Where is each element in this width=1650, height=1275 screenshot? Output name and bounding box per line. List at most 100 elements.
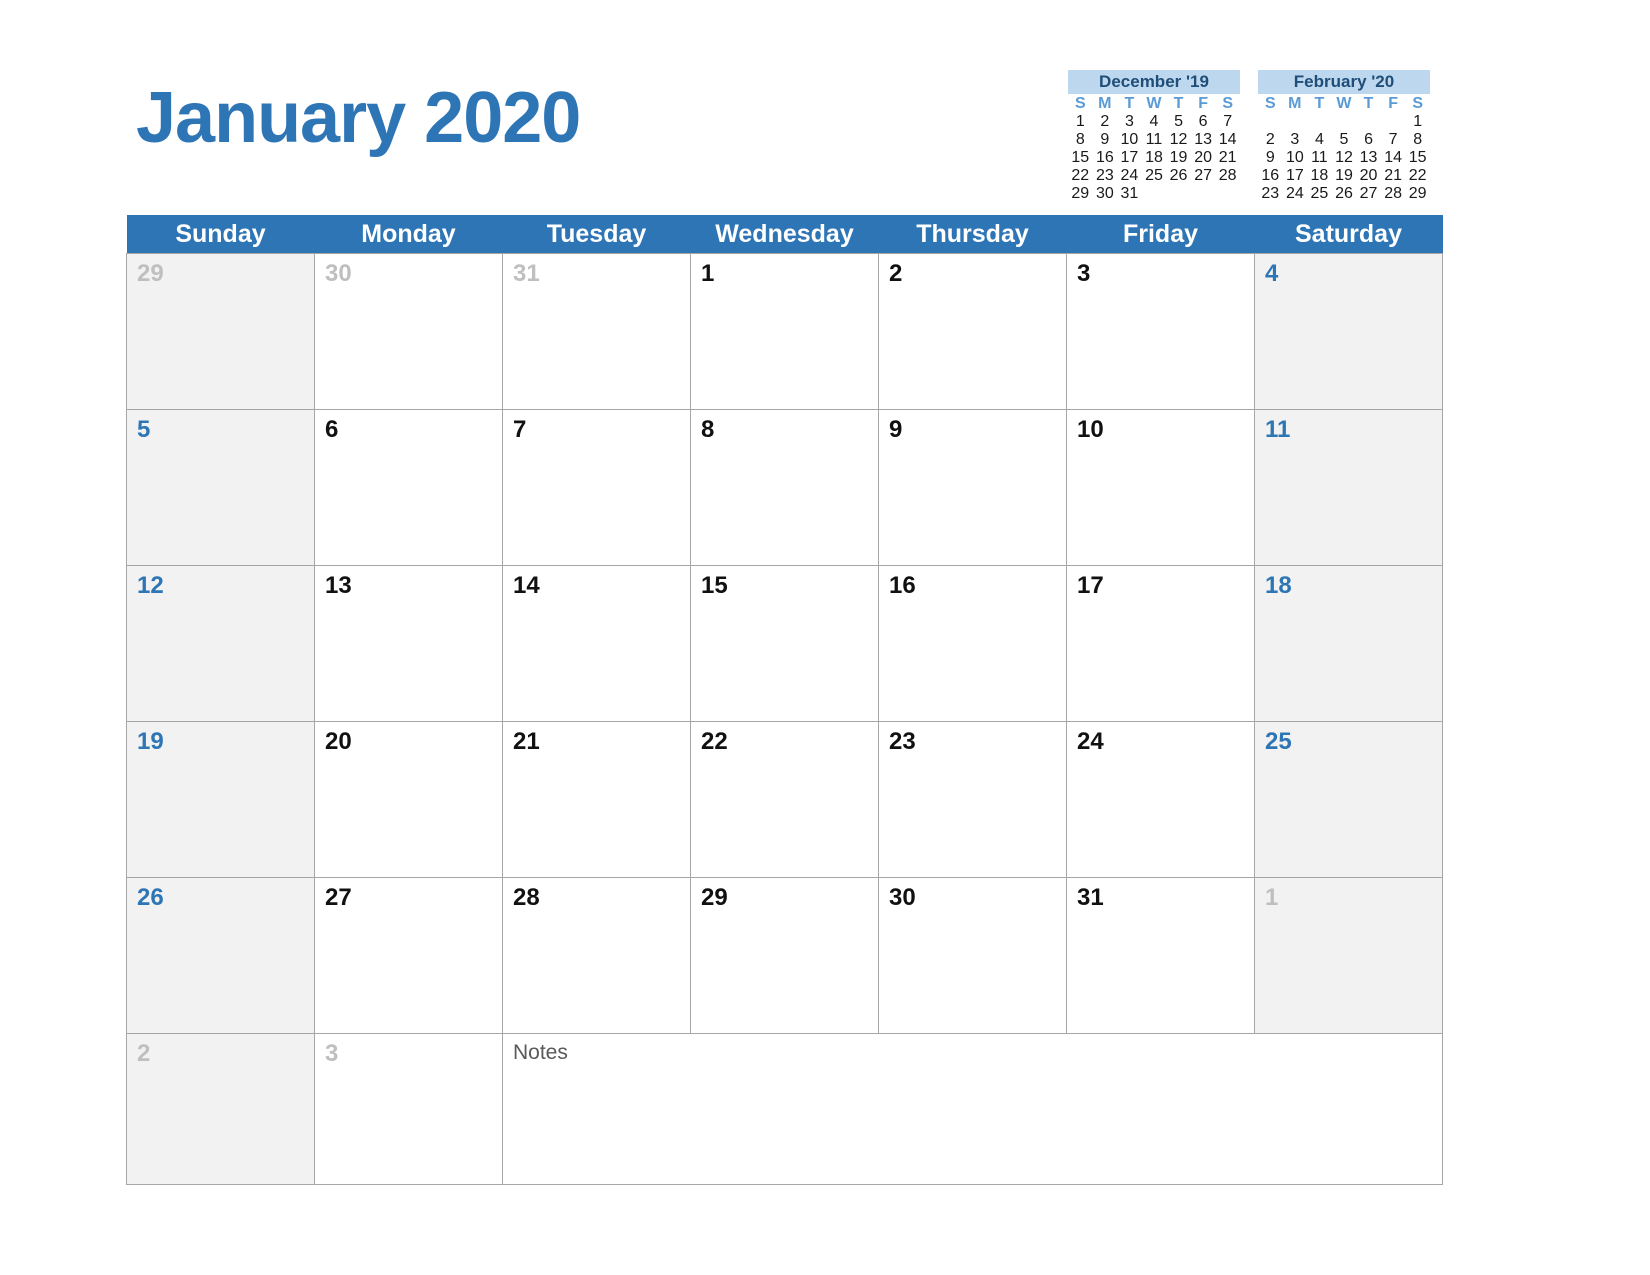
mini-calendar-day: 13 <box>1194 131 1212 148</box>
calendar-day-cell[interactable]: 30 <box>878 877 1067 1034</box>
mini-calendar-dow: S <box>1074 95 1086 112</box>
calendar-day-cell[interactable]: 2 <box>126 1033 315 1185</box>
calendar-day-cell[interactable]: 8 <box>690 409 879 566</box>
calendar-day-cell[interactable]: 24 <box>1066 721 1255 878</box>
mini-calendar-day-empty <box>1283 113 1308 131</box>
mini-calendar-day: 1 <box>1413 113 1423 130</box>
mini-calendar-day: 16 <box>1095 149 1114 166</box>
mini-calendar-week-row: 23 24 25 26 27 28 29 <box>1258 185 1430 203</box>
calendar-day-cell[interactable]: 29 <box>690 877 879 1034</box>
calendar-week-row: 12 13 14 15 16 17 18 <box>126 565 1443 722</box>
mini-calendar-day: 22 <box>1408 167 1427 184</box>
calendar-day-cell[interactable]: 27 <box>314 877 503 1034</box>
calendar-day-cell[interactable]: 11 <box>1254 409 1443 566</box>
day-number: 27 <box>325 884 352 911</box>
calendar-day-cell[interactable]: 12 <box>126 565 315 722</box>
calendar-day-cell[interactable]: 2 <box>878 253 1067 410</box>
mini-calendar-day: 25 <box>1310 185 1329 202</box>
calendar-day-cell[interactable]: 18 <box>1254 565 1443 722</box>
calendar-grid: Sunday Monday Tuesday Wednesday Thursday Frid… <box>126 215 1443 1185</box>
calendar-day-cell[interactable]: 1 <box>690 253 879 410</box>
calendar-day-cell[interactable]: 9 <box>878 409 1067 566</box>
calendar-day-cell[interactable]: 25 <box>1254 721 1443 878</box>
calendar-day-cell[interactable]: 21 <box>502 721 691 878</box>
mini-calendar-day: 29 <box>1408 185 1427 202</box>
mini-calendar-dow: S <box>1264 95 1276 112</box>
calendar-header-row: Sunday Monday Tuesday Wednesday Thursday Frid… <box>126 215 1443 254</box>
mini-calendar-dow: T <box>1173 95 1184 112</box>
day-number: 13 <box>325 572 352 599</box>
notes-cell[interactable]: Notes <box>502 1033 1443 1185</box>
calendar-day-cell[interactable]: 4 <box>1254 253 1443 410</box>
calendar-day-cell[interactable]: 31 <box>502 253 691 410</box>
day-number: 23 <box>889 728 916 755</box>
day-number: 2 <box>889 260 903 287</box>
mini-calendar-day-empty <box>1307 113 1332 131</box>
mini-calendar-table: S M T W T F S 1 2 3 4 5 6 7 8 9 10 11 12 13 14 15 16 17 18 19 20 21… <box>1068 95 1240 203</box>
calendar-notes-row: 2 3 Notes <box>126 1033 1443 1185</box>
calendar-day-cell[interactable]: 14 <box>502 565 691 722</box>
mini-calendar-day: 17 <box>1120 149 1139 166</box>
mini-calendar-day-empty <box>1191 185 1216 203</box>
day-number: 3 <box>325 1040 339 1067</box>
day-number: 8 <box>701 416 715 443</box>
calendar-week-row: 5 6 7 8 9 10 11 <box>126 409 1443 566</box>
calendar-day-cell[interactable]: 6 <box>314 409 503 566</box>
mini-calendar-day: 14 <box>1384 149 1402 166</box>
mini-calendar-day: 15 <box>1408 149 1427 166</box>
mini-calendar-day: 23 <box>1095 167 1114 184</box>
mini-calendar-day: 19 <box>1335 167 1353 184</box>
mini-calendar-day: 27 <box>1359 185 1378 202</box>
calendar-day-cell[interactable]: 1 <box>1254 877 1443 1034</box>
calendar-day-cell[interactable]: 26 <box>126 877 315 1034</box>
mini-calendar-next-month: February '20 S M T W T F S 1 2 3 4 5 6 7 8 9 10 11 12 13 14 15… <box>1258 70 1430 203</box>
mini-calendar-day: 24 <box>1120 167 1139 184</box>
mini-calendar-week-row: 1 <box>1258 113 1430 131</box>
mini-calendar-day: 10 <box>1285 149 1304 166</box>
day-number: 5 <box>137 416 151 443</box>
calendar-day-cell[interactable]: 3 <box>314 1033 503 1185</box>
calendar-day-cell[interactable]: 10 <box>1066 409 1255 566</box>
calendar-week-row: 19 20 21 22 23 24 25 <box>126 721 1443 878</box>
mini-calendar-day: 8 <box>1413 131 1423 148</box>
weekday-header-wednesday: Wednesday <box>690 215 879 254</box>
calendar-day-cell[interactable]: 29 <box>126 253 315 410</box>
day-number: 2 <box>137 1040 151 1067</box>
notes-label: Notes <box>513 1041 568 1064</box>
mini-calendar-day-empty <box>1381 113 1406 131</box>
calendar-day-cell[interactable]: 22 <box>690 721 879 878</box>
calendar-day-cell[interactable]: 19 <box>126 721 315 878</box>
mini-calendar-day: 6 <box>1364 131 1373 148</box>
day-number: 30 <box>889 884 916 911</box>
calendar-day-cell[interactable]: 13 <box>314 565 503 722</box>
mini-calendar-day-empty <box>1142 185 1167 203</box>
day-number: 21 <box>513 728 540 755</box>
mini-calendar-day: 28 <box>1384 185 1402 202</box>
mini-calendar-week-row: 8 9 10 11 12 13 14 <box>1068 131 1240 149</box>
calendar-day-cell[interactable]: 23 <box>878 721 1067 878</box>
weekday-header-thursday: Thursday <box>878 215 1067 254</box>
calendar-day-cell[interactable]: 7 <box>502 409 691 566</box>
calendar-day-cell[interactable]: 31 <box>1066 877 1255 1034</box>
calendar-day-cell[interactable]: 5 <box>126 409 315 566</box>
mini-calendar-day-empty <box>1332 113 1357 131</box>
calendar-day-cell[interactable]: 20 <box>314 721 503 878</box>
mini-calendar-day: 2 <box>1265 131 1275 148</box>
calendar-day-cell[interactable]: 15 <box>690 565 879 722</box>
calendar-day-cell[interactable]: 17 <box>1066 565 1255 722</box>
mini-calendar-day: 17 <box>1285 167 1304 184</box>
mini-calendar-week-row: 29 30 31 <box>1068 185 1240 203</box>
calendar-day-cell[interactable]: 30 <box>314 253 503 410</box>
mini-calendar-week-row: 1234567 <box>1068 113 1240 131</box>
mini-calendar-week-row: 16 17 18 19 20 21 22 <box>1258 167 1430 185</box>
mini-calendar-day: 6 <box>1198 113 1208 130</box>
calendar-day-cell[interactable]: 3 <box>1066 253 1255 410</box>
mini-calendar-day: 25 <box>1145 167 1163 184</box>
calendar-day-cell[interactable]: 16 <box>878 565 1067 722</box>
day-number: 12 <box>137 572 164 599</box>
day-number: 9 <box>889 416 903 443</box>
day-number: 7 <box>513 416 527 443</box>
mini-calendar-dow: S <box>1412 95 1424 112</box>
day-number: 14 <box>513 572 540 599</box>
calendar-day-cell[interactable]: 28 <box>502 877 691 1034</box>
